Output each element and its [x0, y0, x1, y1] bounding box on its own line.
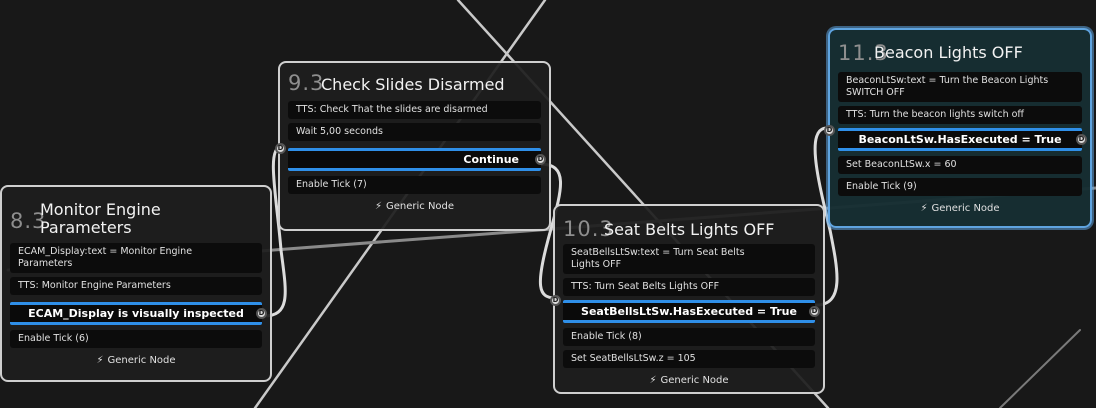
node-footer: ⚡ Generic Node — [838, 200, 1082, 218]
output-pin[interactable]: D — [256, 308, 267, 319]
action-row: TTS: Check That the slides are disarmed — [288, 101, 541, 119]
node-footer: ⚡ Generic Node — [563, 372, 815, 390]
input-pin[interactable]: D — [275, 143, 286, 154]
condition-row[interactable]: ECAM_Display is visually inspected D — [10, 302, 267, 325]
footer-label: Generic Node — [931, 203, 1000, 214]
node-title: Seat Belts Lights OFF — [604, 220, 775, 239]
condition-label: SeatBellsLtSw.HasExecuted = True — [581, 305, 797, 318]
node-seat-belts-lights-off[interactable]: D 10.3 Seat Belts Lights OFF SeatBellsLt… — [550, 204, 825, 394]
condition-row[interactable]: Continue D — [288, 148, 546, 171]
action-row: ECAM_Display:text = Monitor Engine Param… — [10, 243, 262, 273]
bolt-icon: ⚡ — [920, 203, 928, 214]
bolt-icon: ⚡ — [96, 355, 104, 366]
input-pin[interactable]: D — [550, 295, 561, 306]
action-row: Set SeatBellsLtSw.z = 105 — [563, 350, 815, 368]
node-title: Monitor Engine Parameters — [40, 201, 161, 237]
input-pin[interactable]: D — [824, 125, 835, 136]
output-pin[interactable]: D — [809, 306, 820, 317]
node-footer: ⚡ Generic Node — [288, 198, 541, 216]
node-number: 9.3 — [288, 71, 325, 95]
node-beacon-lights-off[interactable]: D 11.3 Beacon Lights OFF BeaconLtSw:text… — [824, 28, 1092, 228]
tick-row: Enable Tick (6) — [10, 330, 262, 348]
bolt-icon: ⚡ — [649, 375, 657, 386]
footer-label: Generic Node — [107, 355, 176, 366]
action-row: Wait 5,00 seconds — [288, 123, 541, 141]
action-row: Set BeaconLtSw.x = 60 — [838, 156, 1082, 174]
tick-row: Enable Tick (9) — [838, 178, 1082, 196]
tick-row: Enable Tick (8) — [563, 328, 815, 346]
action-row: BeaconLtSw:text = Turn the Beacon Lights… — [838, 72, 1082, 102]
node-monitor-engine-parameters[interactable]: 8.3 Monitor Engine Parameters ECAM_Displ… — [0, 185, 272, 382]
node-title-line: Parameters — [40, 218, 132, 237]
condition-row[interactable]: SeatBellsLtSw.HasExecuted = True D — [563, 300, 820, 323]
output-pin[interactable]: D — [535, 154, 546, 165]
node-footer: ⚡ Generic Node — [10, 352, 262, 370]
condition-label: Continue — [463, 153, 519, 166]
action-row: TTS: Turn Seat Belts Lights OFF — [563, 278, 815, 296]
node-check-slides-disarmed[interactable]: D 9.3 Check Slides Disarmed TTS: Check T… — [275, 61, 551, 231]
action-row: TTS: Turn the beacon lights switch off — [838, 106, 1082, 124]
node-title-line: Monitor Engine — [40, 200, 161, 219]
action-row: SeatBellsLtSw:text = Turn Seat Belts Lig… — [563, 244, 815, 274]
tick-row: Enable Tick (7) — [288, 176, 541, 194]
footer-label: Generic Node — [385, 201, 455, 212]
footer-label: Generic Node — [660, 375, 729, 386]
condition-label: ECAM_Display is visually inspected — [28, 307, 244, 320]
node-title: Check Slides Disarmed — [321, 75, 505, 94]
action-row: TTS: Monitor Engine Parameters — [10, 277, 262, 295]
condition-row[interactable]: BeaconLtSw.HasExecuted = True D — [838, 128, 1087, 151]
output-pin[interactable]: D — [1076, 134, 1087, 145]
node-title: Beacon Lights OFF — [874, 43, 1023, 62]
bolt-icon: ⚡ — [374, 201, 382, 212]
condition-label: BeaconLtSw.HasExecuted = True — [858, 133, 1062, 146]
